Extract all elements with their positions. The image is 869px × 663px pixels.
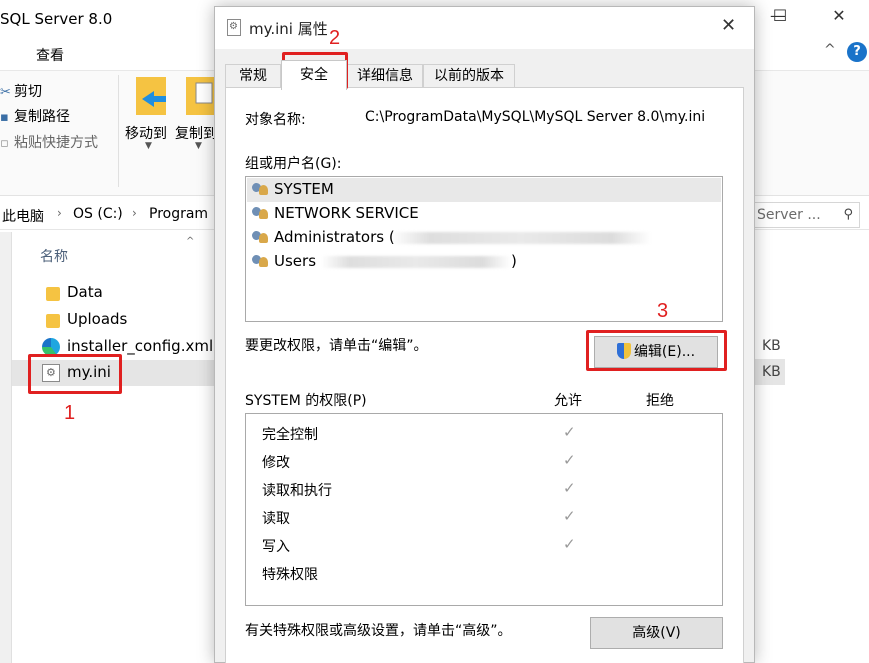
dialog-title: my.ini 属性	[249, 20, 328, 38]
allow-check-icon: ✓	[563, 423, 576, 441]
permission-write: 写入	[262, 539, 290, 555]
permissions-label: SYSTEM 的权限(P)	[245, 393, 367, 409]
scissors-icon: ✂	[0, 85, 11, 100]
maximize-icon[interactable]: ☐	[765, 6, 795, 25]
copy-path-button[interactable]: ▪ 复制路径	[0, 106, 70, 126]
chevron-down-icon[interactable]: ▼	[195, 141, 202, 151]
user-group-icon	[252, 207, 270, 221]
annotation-box-edit-button	[586, 330, 727, 371]
annotation-number: 2	[329, 27, 341, 49]
tab-details[interactable]: 详细信息	[347, 64, 423, 88]
navigation-pane[interactable]	[0, 232, 12, 663]
help-icon[interactable]: ?	[847, 42, 867, 62]
sort-arrow-icon: ^	[186, 236, 195, 247]
file-size: KB	[762, 338, 781, 354]
copy-to-label[interactable]: 复制到	[175, 123, 217, 143]
permission-full-control: 完全控制	[262, 427, 318, 443]
redacted-text	[391, 232, 651, 244]
explorer-title: SQL Server 8.0	[0, 10, 113, 28]
user-group-icon	[252, 183, 270, 197]
permission-read-execute: 读取和执行	[262, 483, 332, 499]
tab-general[interactable]: 常规	[225, 64, 281, 88]
redacted-text	[321, 256, 511, 268]
permission-modify: 修改	[262, 455, 290, 471]
move-to-icon[interactable]	[132, 75, 178, 117]
chevron-down-icon[interactable]: ▼	[145, 141, 152, 151]
group-user-list[interactable]: SYSTEM NETWORK SERVICE Administrators ( …	[245, 176, 723, 322]
advanced-button[interactable]: 高级(V)	[590, 617, 723, 649]
chevron-right-icon: ›	[132, 206, 137, 220]
folder-icon	[46, 287, 60, 301]
breadcrumb-item[interactable]: Program	[149, 206, 208, 222]
folder-icon	[46, 314, 60, 328]
dialog-titlebar[interactable]: my.ini 属性 ✕	[215, 7, 754, 49]
move-to-label[interactable]: 移动到	[125, 123, 167, 143]
change-permissions-hint: 要更改权限，请单击“编辑”。	[245, 338, 428, 354]
annotation-number: 1	[64, 402, 76, 424]
allow-check-icon: ✓	[563, 507, 576, 525]
file-row-uploads[interactable]: Uploads	[12, 307, 215, 333]
menu-view[interactable]: 查看	[36, 45, 64, 65]
object-name-label: 对象名称:	[245, 112, 306, 128]
list-item-administrators[interactable]: Administrators (	[247, 226, 721, 250]
allow-check-icon: ✓	[563, 451, 576, 469]
list-item-system[interactable]: SYSTEM	[247, 178, 721, 202]
paste-icon: ▫	[0, 136, 9, 151]
ini-file-icon	[227, 19, 241, 36]
object-name-value: C:\ProgramData\MySQL\MySQL Server 8.0\my…	[365, 109, 706, 125]
permission-special: 特殊权限	[262, 567, 318, 583]
allow-check-icon: ✓	[563, 535, 576, 553]
paste-shortcut-button[interactable]: ▫ 粘贴快捷方式	[0, 132, 98, 152]
chevron-right-icon: ›	[57, 206, 62, 220]
allow-check-icon: ✓	[563, 479, 576, 497]
advanced-hint: 有关特殊权限或高级设置，请单击“高级”。	[245, 623, 512, 639]
column-header-name[interactable]: 名称	[40, 246, 68, 266]
breadcrumb-item[interactable]: OS (C:)	[73, 206, 123, 222]
permission-read: 读取	[262, 511, 290, 527]
close-icon[interactable]: ✕	[721, 15, 736, 36]
annotation-box-my-ini	[28, 354, 122, 394]
user-group-icon	[252, 231, 270, 245]
file-row-data[interactable]: Data	[12, 280, 215, 306]
ribbon-collapse-icon[interactable]: ^	[824, 42, 836, 58]
list-item-users[interactable]: Users )	[247, 250, 721, 274]
search-input[interactable]: Server ... ⚲	[750, 202, 860, 228]
search-icon: ⚲	[843, 207, 853, 222]
tab-previous-versions[interactable]: 以前的版本	[423, 64, 515, 88]
file-size: KB	[762, 364, 781, 380]
copy-path-icon: ▪	[0, 110, 9, 125]
allow-column-header: 允许	[554, 393, 582, 409]
breadcrumb-item[interactable]: 此电脑	[2, 206, 44, 226]
cut-button[interactable]: ✂ 剪切	[0, 81, 42, 101]
tab-security[interactable]: 安全	[281, 60, 347, 90]
list-item-network-service[interactable]: NETWORK SERVICE	[247, 202, 721, 226]
annotation-number: 3	[657, 300, 669, 322]
deny-column-header: 拒绝	[646, 393, 674, 409]
groups-label: 组或用户名(G):	[245, 156, 342, 172]
user-group-icon	[252, 255, 270, 269]
close-icon[interactable]: ✕	[824, 6, 854, 25]
